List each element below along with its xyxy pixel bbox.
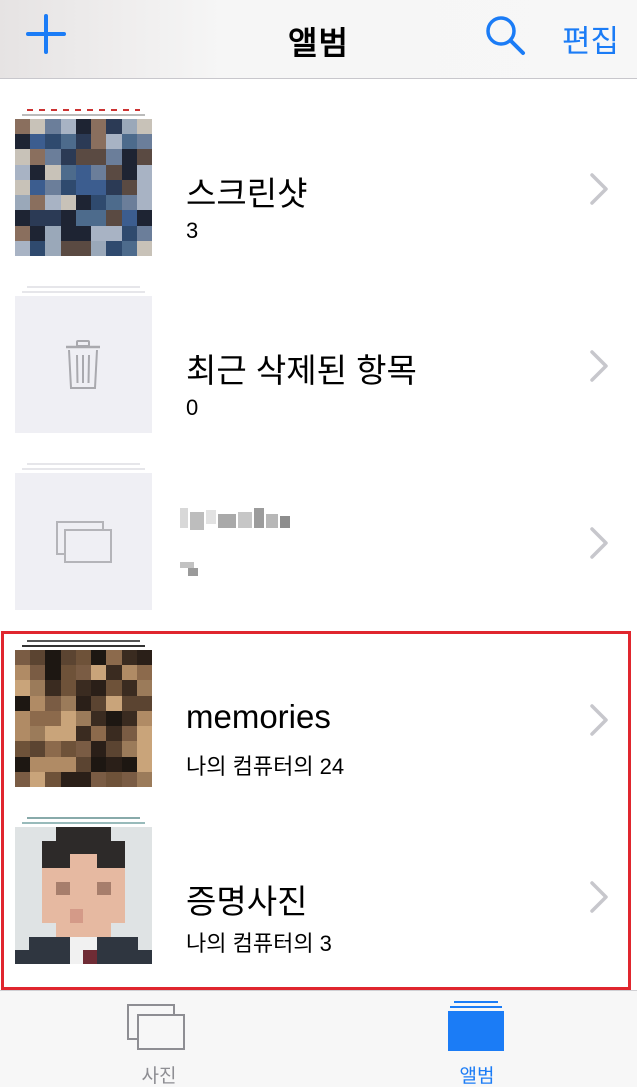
portrait-photo (15, 827, 152, 964)
album-title: memories (186, 698, 331, 735)
albums-tab-icon (448, 1001, 504, 1051)
album-thumbnail (15, 101, 152, 278)
redacted-album-count (180, 562, 198, 576)
album-title: 증명사진 (186, 883, 308, 920)
chevron-right-icon (590, 173, 608, 205)
album-count: 0 (186, 395, 199, 420)
tab-label: 사진 (141, 1066, 177, 1087)
album-thumbnail (15, 809, 152, 986)
chevron-right-icon (590, 704, 608, 736)
redacted-album-title (180, 508, 290, 530)
album-count: 3 (186, 218, 199, 243)
screenshot-mosaic-image (15, 119, 152, 256)
tab-albums[interactable]: 앨범 (318, 991, 636, 1087)
album-row-memories[interactable]: memories 나의 컴퓨터의 24 (0, 632, 637, 809)
chevron-right-icon (590, 527, 608, 559)
album-count: 나의 컴퓨터의 3 (186, 931, 332, 956)
memories-mosaic-image (15, 650, 152, 787)
navigation-bar: 앨범 편집 (0, 0, 637, 79)
album-row-id-photos[interactable]: 증명사진 나의 컴퓨터의 3 (0, 809, 637, 986)
album-count: 나의 컴퓨터의 24 (186, 754, 345, 779)
photos-tab-icon (127, 1004, 185, 1050)
search-icon[interactable] (484, 14, 526, 56)
album-placeholder-icon (56, 521, 112, 563)
page-title: 앨범 (288, 25, 349, 61)
plus-icon[interactable] (24, 12, 68, 56)
album-row-redacted[interactable] (0, 455, 637, 632)
album-title: 스크린샷 (186, 175, 308, 212)
tab-photos[interactable]: 사진 (0, 991, 318, 1087)
chevron-right-icon (590, 881, 608, 913)
album-title: 최근 삭제된 항목 (186, 352, 417, 389)
album-thumbnail (15, 455, 152, 632)
tab-bar: 사진 앨범 (0, 990, 637, 1087)
tab-label: 앨범 (459, 1066, 495, 1087)
albums-screen: 앨범 편집 스크린샷 3 최근 삭제된 항목 0 memories 나의 컴퓨터… (0, 0, 637, 1087)
album-row-screenshots[interactable]: 스크린샷 3 (0, 101, 637, 278)
edit-button[interactable]: 편집 (562, 16, 619, 61)
chevron-right-icon (590, 350, 608, 382)
album-thumbnail (15, 632, 152, 809)
album-thumbnail (15, 278, 152, 455)
trash-icon (66, 340, 100, 389)
album-row-recently-deleted[interactable]: 최근 삭제된 항목 0 (0, 278, 637, 455)
